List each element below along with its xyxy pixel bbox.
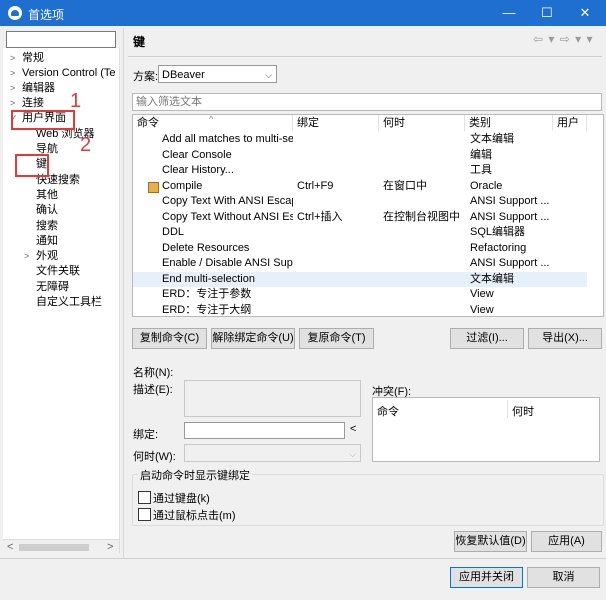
tree-item-notifications[interactable]: 通知 xyxy=(36,234,58,249)
annotation-number-1: 1 xyxy=(70,90,82,112)
conflicts-table: 命令 何时 xyxy=(372,397,600,462)
chevron-down-icon: ⌵ xyxy=(349,449,356,459)
table-row[interactable]: Clear History... 工具 xyxy=(133,163,587,179)
page-title: 键 xyxy=(133,35,146,49)
window-title-bar: 首选项 — ☐ ✕ xyxy=(0,0,606,26)
scheme-label: 方案: xyxy=(133,71,159,83)
restore-defaults-button[interactable]: 恢复默认值(D) xyxy=(454,531,527,552)
column-header-binding[interactable]: 绑定 xyxy=(293,115,379,131)
keyboard-checkbox[interactable] xyxy=(138,491,151,504)
tree-item-confirm[interactable]: 确认 xyxy=(36,203,58,218)
panel-separator[interactable] xyxy=(123,28,124,558)
bottom-divider xyxy=(0,558,606,559)
scroll-right-icon[interactable]: > xyxy=(107,541,113,553)
tree-item-general[interactable]: > 常规 xyxy=(10,51,44,66)
table-row[interactable]: Add all matches to multi-se 文本编辑 xyxy=(133,132,587,148)
column-header-user[interactable]: 用户 xyxy=(553,115,587,131)
tree-horizontal-scrollbar[interactable]: < > xyxy=(3,539,119,555)
tree-item-search[interactable]: 搜索 xyxy=(36,219,58,234)
scroll-left-icon[interactable]: < xyxy=(7,541,13,553)
table-row[interactable]: Copy Text With ANSI Escap ANSI Support ..… xyxy=(133,194,587,210)
sort-ascending-icon: ^ xyxy=(209,114,214,124)
minimize-button[interactable]: — xyxy=(490,0,528,26)
mouse-checkbox-label: 通过鼠标点击(m) xyxy=(153,510,236,522)
expand-arrow-icon[interactable]: > xyxy=(10,51,20,66)
tree-item-appearance[interactable]: > 外观 xyxy=(24,249,58,264)
title-divider xyxy=(128,56,602,57)
conflict-column-command[interactable]: 命令 xyxy=(377,403,399,419)
tree-item-accessibility[interactable]: 无障碍 xyxy=(36,280,69,295)
when-select[interactable]: ⌵ xyxy=(184,444,361,462)
compile-icon xyxy=(148,181,159,193)
app-icon xyxy=(8,6,22,20)
close-button[interactable]: ✕ xyxy=(566,0,604,26)
when-label: 何时(W): xyxy=(133,451,176,463)
expand-arrow-icon[interactable]: > xyxy=(24,249,34,264)
table-row[interactable]: ERD：专注于参数 View xyxy=(133,287,587,303)
tree-item-file-associations[interactable]: 文件关联 xyxy=(36,264,80,279)
description-label: 描述(E): xyxy=(133,384,173,396)
unbind-command-button[interactable]: 解除绑定命令(U) xyxy=(211,328,295,349)
mouse-checkbox[interactable] xyxy=(138,508,151,521)
scheme-select[interactable]: DBeaver ⌵ xyxy=(158,65,277,83)
table-row-selected[interactable]: End multi-selection 文本编辑 xyxy=(133,271,587,287)
table-row[interactable]: Delete Resources Refactoring xyxy=(133,241,587,257)
restore-command-button[interactable]: 复原命令(T) xyxy=(299,328,374,349)
annotation-number-2: 2 xyxy=(80,134,92,156)
annotation-box-user-interface xyxy=(11,110,75,130)
window-title: 首选项 xyxy=(28,8,65,22)
show-binding-group: 启动命令时显示键绑定 通过键盘(k) 通过鼠标点击(m) xyxy=(132,467,604,526)
column-header-command[interactable]: 命令 ^ xyxy=(133,115,293,131)
table-row[interactable]: ERD：专注于大纲 View xyxy=(133,303,587,317)
annotation-box-keys xyxy=(15,154,49,177)
tree-filter-input[interactable] xyxy=(6,31,116,48)
tree-item-connections[interactable]: > 连接 xyxy=(10,96,44,111)
name-label: 名称(N): xyxy=(133,367,174,379)
command-filter-input[interactable]: 输入筛选文本 xyxy=(132,93,602,111)
table-row[interactable]: DDL SQL编辑器 xyxy=(133,225,587,241)
cancel-button[interactable]: 取消 xyxy=(527,567,600,588)
tree-item-version-control[interactable]: > Version Control (Te xyxy=(10,66,116,81)
apply-and-close-button[interactable]: 应用并关闭 xyxy=(450,567,523,588)
tree-item-custom-toolbar[interactable]: 自定义工具栏 xyxy=(36,295,102,310)
expand-arrow-icon[interactable]: > xyxy=(10,66,20,81)
table-row[interactable]: Copy Text Without ANSI Es Ctrl+插入 在控制台视图中 A… xyxy=(133,210,587,226)
column-divider xyxy=(507,400,508,418)
scroll-thumb[interactable] xyxy=(19,544,89,551)
keyboard-checkbox-label: 通过键盘(k) xyxy=(153,493,210,505)
copy-command-button[interactable]: 复制命令(C) xyxy=(132,328,207,349)
binding-field[interactable] xyxy=(184,422,345,439)
filters-button[interactable]: 过滤(I)... xyxy=(450,328,524,349)
export-button[interactable]: 导出(X)... xyxy=(528,328,602,349)
binding-add-icon[interactable]: < xyxy=(350,423,356,435)
navigation-arrows-icon[interactable]: ⇦ ▾ ⇨ ▾ ▾ xyxy=(533,32,594,46)
maximize-button[interactable]: ☐ xyxy=(528,0,566,26)
table-row[interactable]: Compile Ctrl+F9 在窗口中 Oracle xyxy=(133,179,587,195)
tree-item-other[interactable]: 其他 xyxy=(36,188,58,203)
table-row[interactable]: Clear Console 编辑 xyxy=(133,148,587,164)
binding-label: 绑定: xyxy=(133,429,159,441)
table-row[interactable]: Enable / Disable ANSI Supp ANSI Support .… xyxy=(133,256,587,272)
description-field[interactable] xyxy=(184,380,361,417)
expand-arrow-icon[interactable]: > xyxy=(10,81,20,96)
column-header-when[interactable]: 何时 xyxy=(379,115,465,131)
keys-table: 命令 ^ 绑定 何时 类别 用户 Add all matches to multi… xyxy=(132,114,604,317)
group-title: 启动命令时显示键绑定 xyxy=(138,467,252,483)
tree-item-editors[interactable]: > 编辑器 xyxy=(10,81,55,96)
column-header-category[interactable]: 类别 xyxy=(465,115,553,131)
expand-arrow-icon[interactable]: > xyxy=(10,96,20,111)
conflict-column-when[interactable]: 何时 xyxy=(512,403,534,419)
apply-button[interactable]: 应用(A) xyxy=(531,531,602,552)
chevron-down-icon: ⌵ xyxy=(265,70,272,80)
